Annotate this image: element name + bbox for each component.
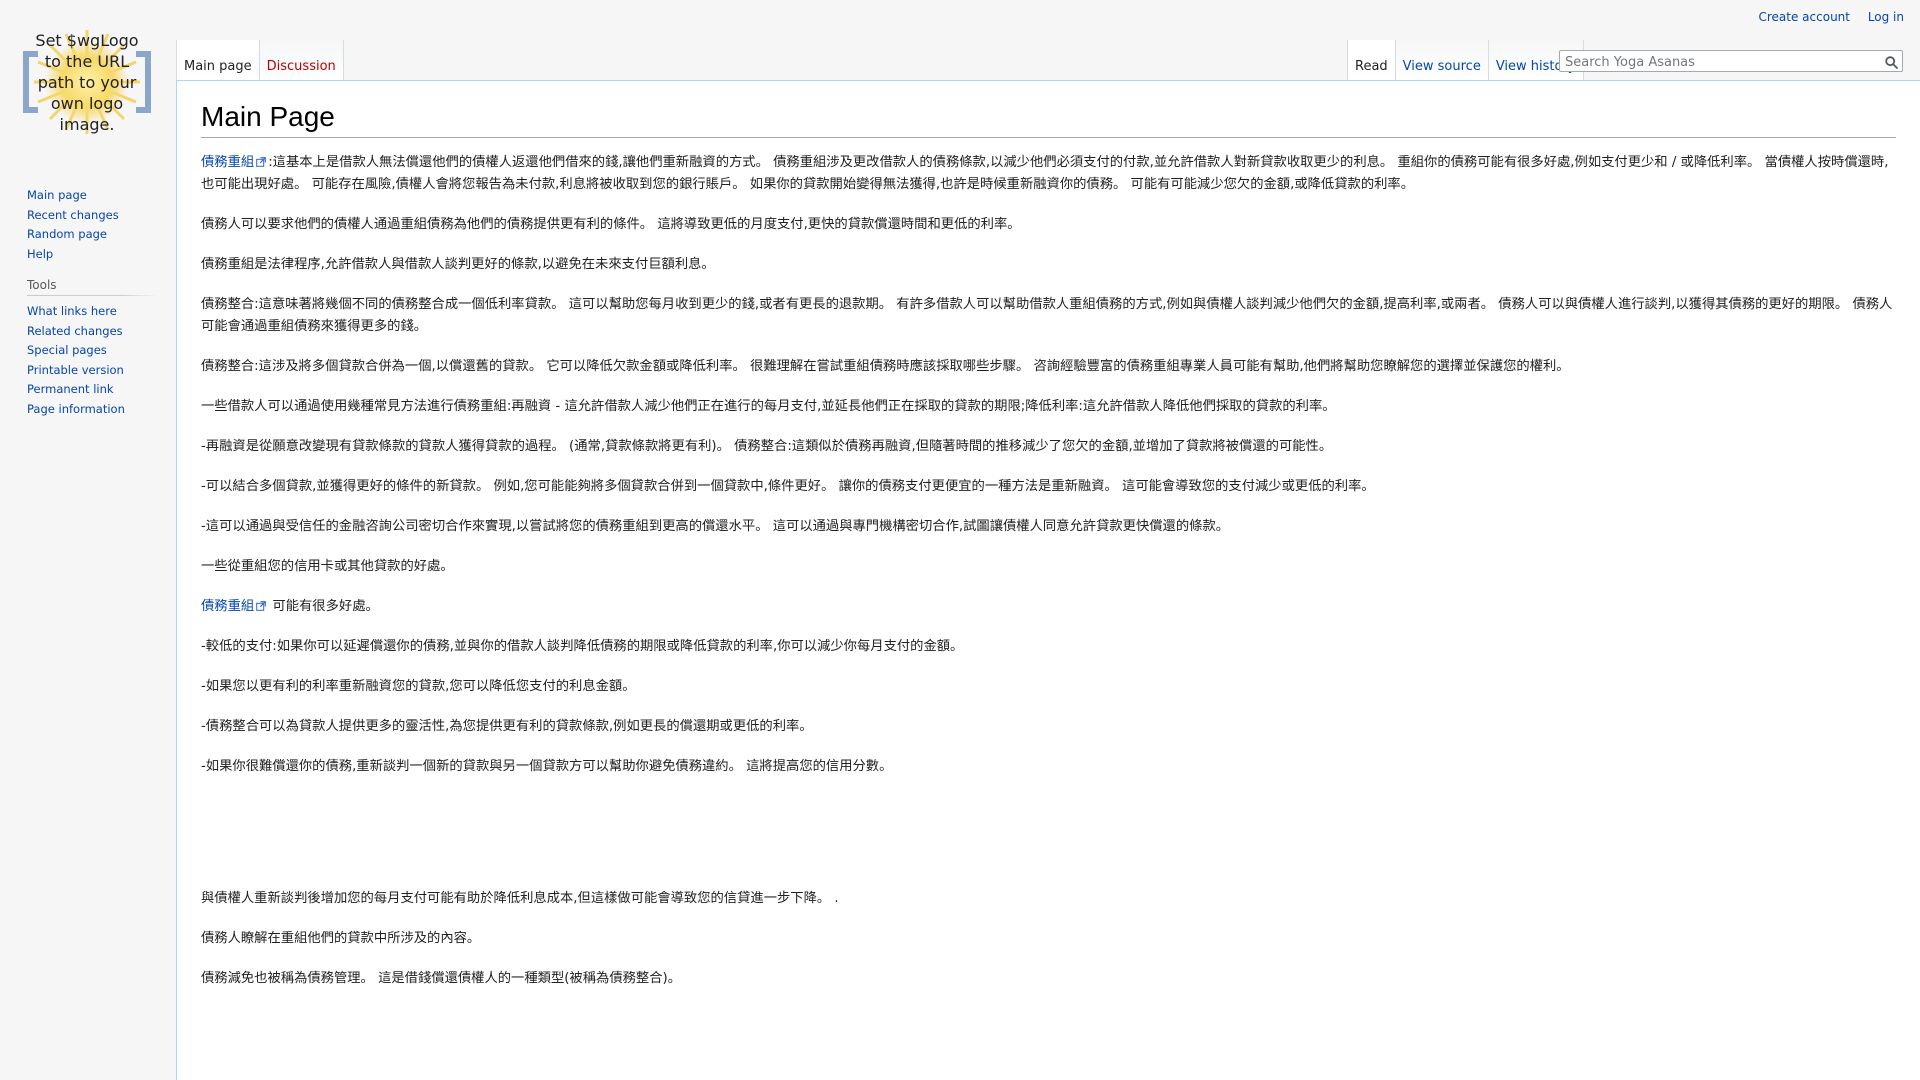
paragraph: 債務重組:這基本上是借款人無法償還他們的債權人返還他們借來的錢,讓他們重新融資的… [201,152,1896,196]
sidebar-item-what-links-here[interactable]: What links here [27,304,117,318]
paragraph: 債務人瞭解在重組他們的貸款中所涉及的內容。 [201,931,481,946]
sidebar-item-special-pages[interactable]: Special pages [27,343,107,357]
paragraph: -可以結合多個貸款,並獲得更好的條件的新貸款。 例如,您可能能夠將多個貸款合併到… [201,479,1375,494]
body-content: 債務重組:這基本上是借款人無法償還他們的債權人返還他們借來的錢,讓他們重新融資的… [201,152,1896,990]
paragraph: 債務減免也被稱為債務管理。 這是借錢償還債權人的一種類型(被稱為債務整合)。 [201,971,681,986]
create-account-link[interactable]: Create account [1758,10,1850,24]
tab-read-label[interactable]: Read [1355,59,1388,74]
paragraph: 債務整合:這涉及將多個貸款合併為一個,以償還舊的貸款。 它可以降低欠款金額或降低… [201,359,1570,374]
paragraph: 債務重組是法律程序,允許借款人與借款人談判更好的條款,以避免在未來支付巨額利息。 [201,257,715,272]
page-title: Main Page [201,99,1896,138]
site-logo[interactable]: Set $wgLogo to the URL path to your own … [22,26,152,138]
tab-read[interactable]: Read [1347,40,1396,80]
paragraph-text: 可能有很多好處。 [272,599,379,614]
tools-heading: Tools [27,278,157,296]
paragraph: 債務人可以要求他們的債權人通過重組債務為他們的債務提供更有利的條件。 這將導致更… [201,217,1021,232]
paragraph: -如果你很難償還你的債務,重新談判一個新的貸款與另一個貸款方可以幫助你避免債務違… [201,759,893,774]
sidebar-tools: Tools What links here Related changes Sp… [27,278,157,419]
sidebar-item-page-information[interactable]: Page information [27,402,125,416]
sidebar-item-random-page[interactable]: Random page [27,227,107,241]
external-link-icon [256,601,267,611]
tab-main-page[interactable]: Main page [176,40,260,80]
sidebar-navigation: Main page Recent changes Random page Hel… [27,186,157,264]
paragraph: -再融資是從願意改變現有貸款條款的貸款人獲得貸款的過程。 (通常,貸款條款將更有… [201,439,1333,454]
paragraph: 一些借款人可以通過使用幾種常見方法進行債務重組:再融資 - 這允許借款人減少他們… [201,399,1336,414]
tab-view-source-label[interactable]: View source [1403,59,1481,74]
sidebar-item-related-changes[interactable]: Related changes [27,324,123,338]
paragraph-text: :這基本上是借款人無法償還他們的債權人返還他們借來的錢,讓他們重新融資的方式。 … [201,155,1889,192]
sidebar-item-recent-changes[interactable]: Recent changes [27,208,119,222]
view-tabs: Read View source View history [1347,40,1584,80]
sidebar-item-main-page[interactable]: Main page [27,188,87,202]
paragraph: 債務整合:這意味著將幾個不同的債務整合成一個低利率貸款。 這可以幫助您每月收到更… [201,297,1893,334]
external-link-debt-restructuring[interactable]: 債務重組 [201,599,254,614]
namespace-tabs: Main page Discussion [176,40,344,80]
paragraph: -債務整合可以為貸款人提供更多的靈活性,為您提供更有利的貸款條款,例如更長的償還… [201,719,813,734]
sidebar-item-help[interactable]: Help [27,247,53,261]
search-icon [1884,55,1898,69]
personal-tools: Create account Log in [1744,10,1904,24]
log-in-link[interactable]: Log in [1868,10,1904,24]
tab-discussion-label[interactable]: Discussion [267,59,336,74]
sidebar-item-permanent-link[interactable]: Permanent link [27,382,114,396]
search-input[interactable] [1560,52,1865,73]
search-box [1559,50,1903,73]
sidebar-item-printable-version[interactable]: Printable version [27,363,124,377]
paragraph: 債務重組 可能有很多好處。 [201,596,1896,618]
external-link-debt-restructuring[interactable]: 債務重組 [201,155,254,170]
main-content: Main Page 債務重組:這基本上是借款人無法償還他們的債權人返還他們借來的… [176,80,1920,1080]
logo-text: Set $wgLogo to the URL path to your own … [35,31,139,134]
search-button[interactable] [1882,53,1900,71]
paragraph: -這可以通過與受信任的金融咨詢公司密切合作來實現,以嘗試將您的債務重組到更高的償… [201,519,1230,534]
tab-view-source[interactable]: View source [1395,40,1489,80]
paragraph: 一些從重組您的信用卡或其他貸款的好處。 [201,559,454,574]
paragraph: -較低的支付:如果你可以延遲償還你的債務,並與你的借款人談判降低債務的期限或降低… [201,639,964,654]
tab-discussion[interactable]: Discussion [259,40,344,80]
external-link-icon [256,157,267,167]
paragraph: -如果您以更有利的利率重新融資您的貸款,您可以降低您支付的利息金額。 [201,679,636,694]
tab-main-page-label[interactable]: Main page [184,59,252,74]
paragraph: 與債權人重新談判後增加您的每月支付可能有助於降低利息成本,但這樣做可能會導致您的… [201,891,839,906]
